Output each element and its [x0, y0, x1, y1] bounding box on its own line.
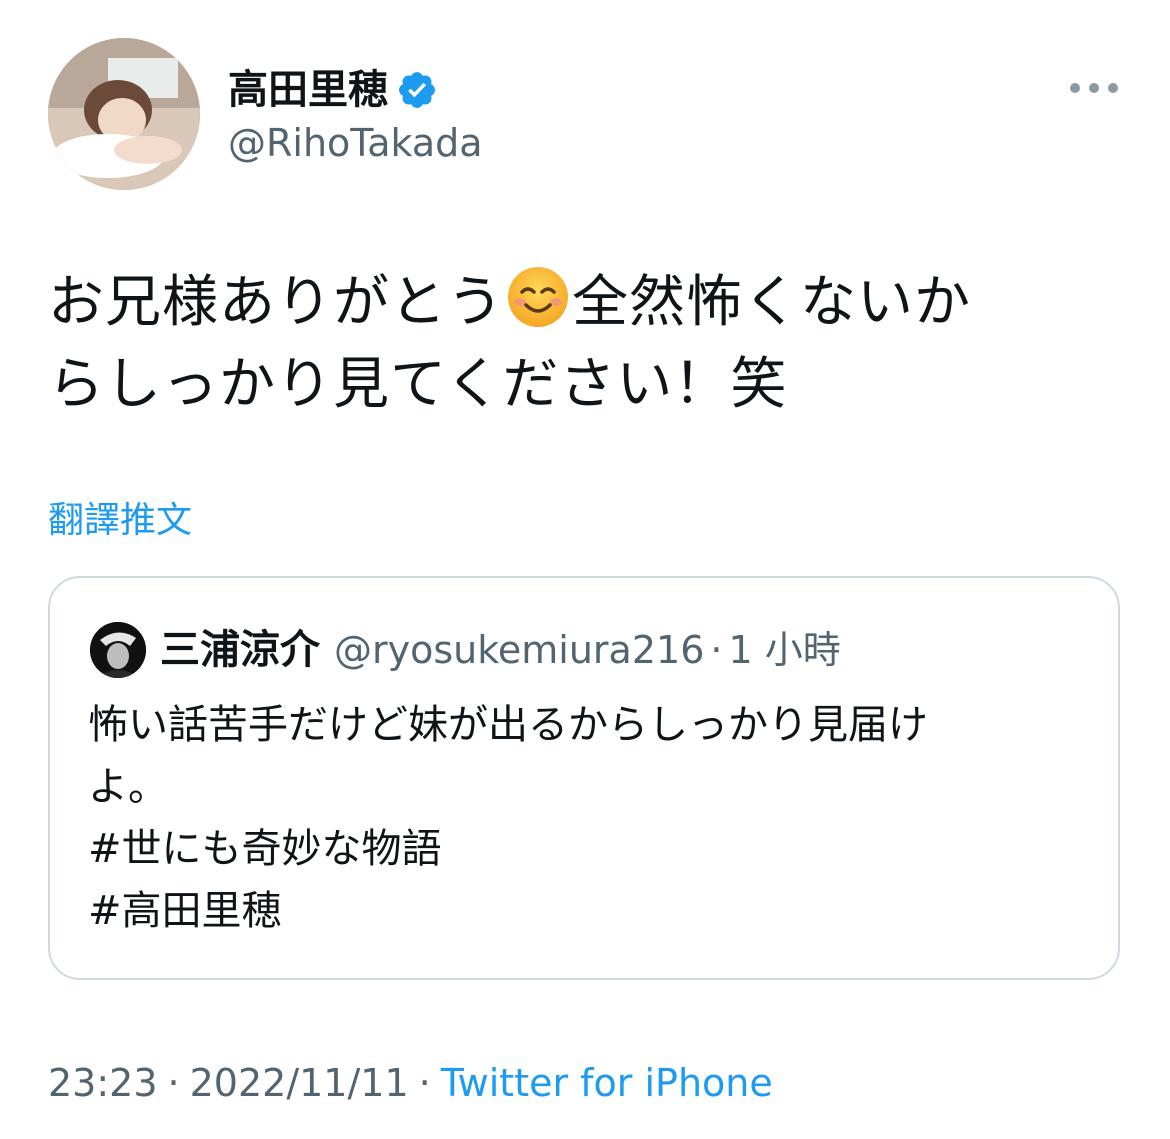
avatar-photo-icon [48, 38, 200, 190]
author-handle[interactable]: @RihoTakada [228, 118, 483, 168]
author-display-name[interactable]: 高田里穂 [228, 62, 388, 118]
quoted-author-avatar[interactable] [90, 622, 146, 678]
quoted-tweet-card[interactable]: 三浦涼介 @ryosukemiura216 · 1 小時 怖い話苦手だけど妹が出… [48, 576, 1120, 980]
tweet-detail: 高田里穂 @RihoTakada お兄様ありがとう 全然怖くないか らしっかり見て… [0, 0, 1170, 1139]
more-dot [1070, 83, 1080, 93]
translate-tweet-link[interactable]: 翻譯推文 [48, 496, 192, 546]
author-avatar[interactable] [48, 38, 200, 190]
footer-separator: · [418, 1061, 431, 1105]
more-dot [1108, 83, 1118, 93]
hashtag-link[interactable]: #高田里穂 [88, 880, 1088, 942]
tweet-source-link[interactable]: Twitter for iPhone [441, 1058, 773, 1108]
tweet-text-part-1: お兄様ありがとう [48, 270, 504, 335]
more-dot [1089, 83, 1099, 93]
quoted-author-handle[interactable]: @ryosukemiura216 [334, 622, 704, 678]
hashtag-link[interactable]: #世にも奇妙な物語 [88, 818, 1088, 880]
author-name-row: 高田里穂 [228, 62, 438, 118]
quoted-text-line: よ。 [88, 764, 168, 810]
avatar-photo-icon [90, 622, 146, 678]
tweet-time[interactable]: 23:23 [48, 1058, 158, 1108]
tweet-text: お兄様ありがとう 全然怖くないか らしっかり見てください！笑 [48, 262, 1128, 426]
tweet-date[interactable]: 2022/11/11 [190, 1058, 409, 1108]
smiling-face-icon [508, 267, 568, 327]
quoted-tweet-header: 三浦涼介 @ryosukemiura216 · 1 小時 [160, 622, 841, 678]
more-horizontal-icon[interactable] [1070, 76, 1118, 100]
quoted-tweet-time[interactable]: 1 小時 [728, 622, 840, 678]
tweet-metadata: 23:23 · 2022/11/11 · Twitter for iPhone [48, 1058, 773, 1108]
quoted-text-line: 怖い話苦手だけど妹が出るからしっかり見届け [88, 702, 928, 748]
quoted-author-display-name[interactable]: 三浦涼介 [160, 622, 320, 678]
verified-badge-icon[interactable] [396, 69, 438, 111]
quoted-header-separator: · [710, 628, 723, 672]
footer-separator: · [167, 1061, 180, 1105]
quoted-tweet-text: 怖い話苦手だけど妹が出るからしっかり見届け よ。 #世にも奇妙な物語 #高田里穂 [88, 694, 1088, 942]
